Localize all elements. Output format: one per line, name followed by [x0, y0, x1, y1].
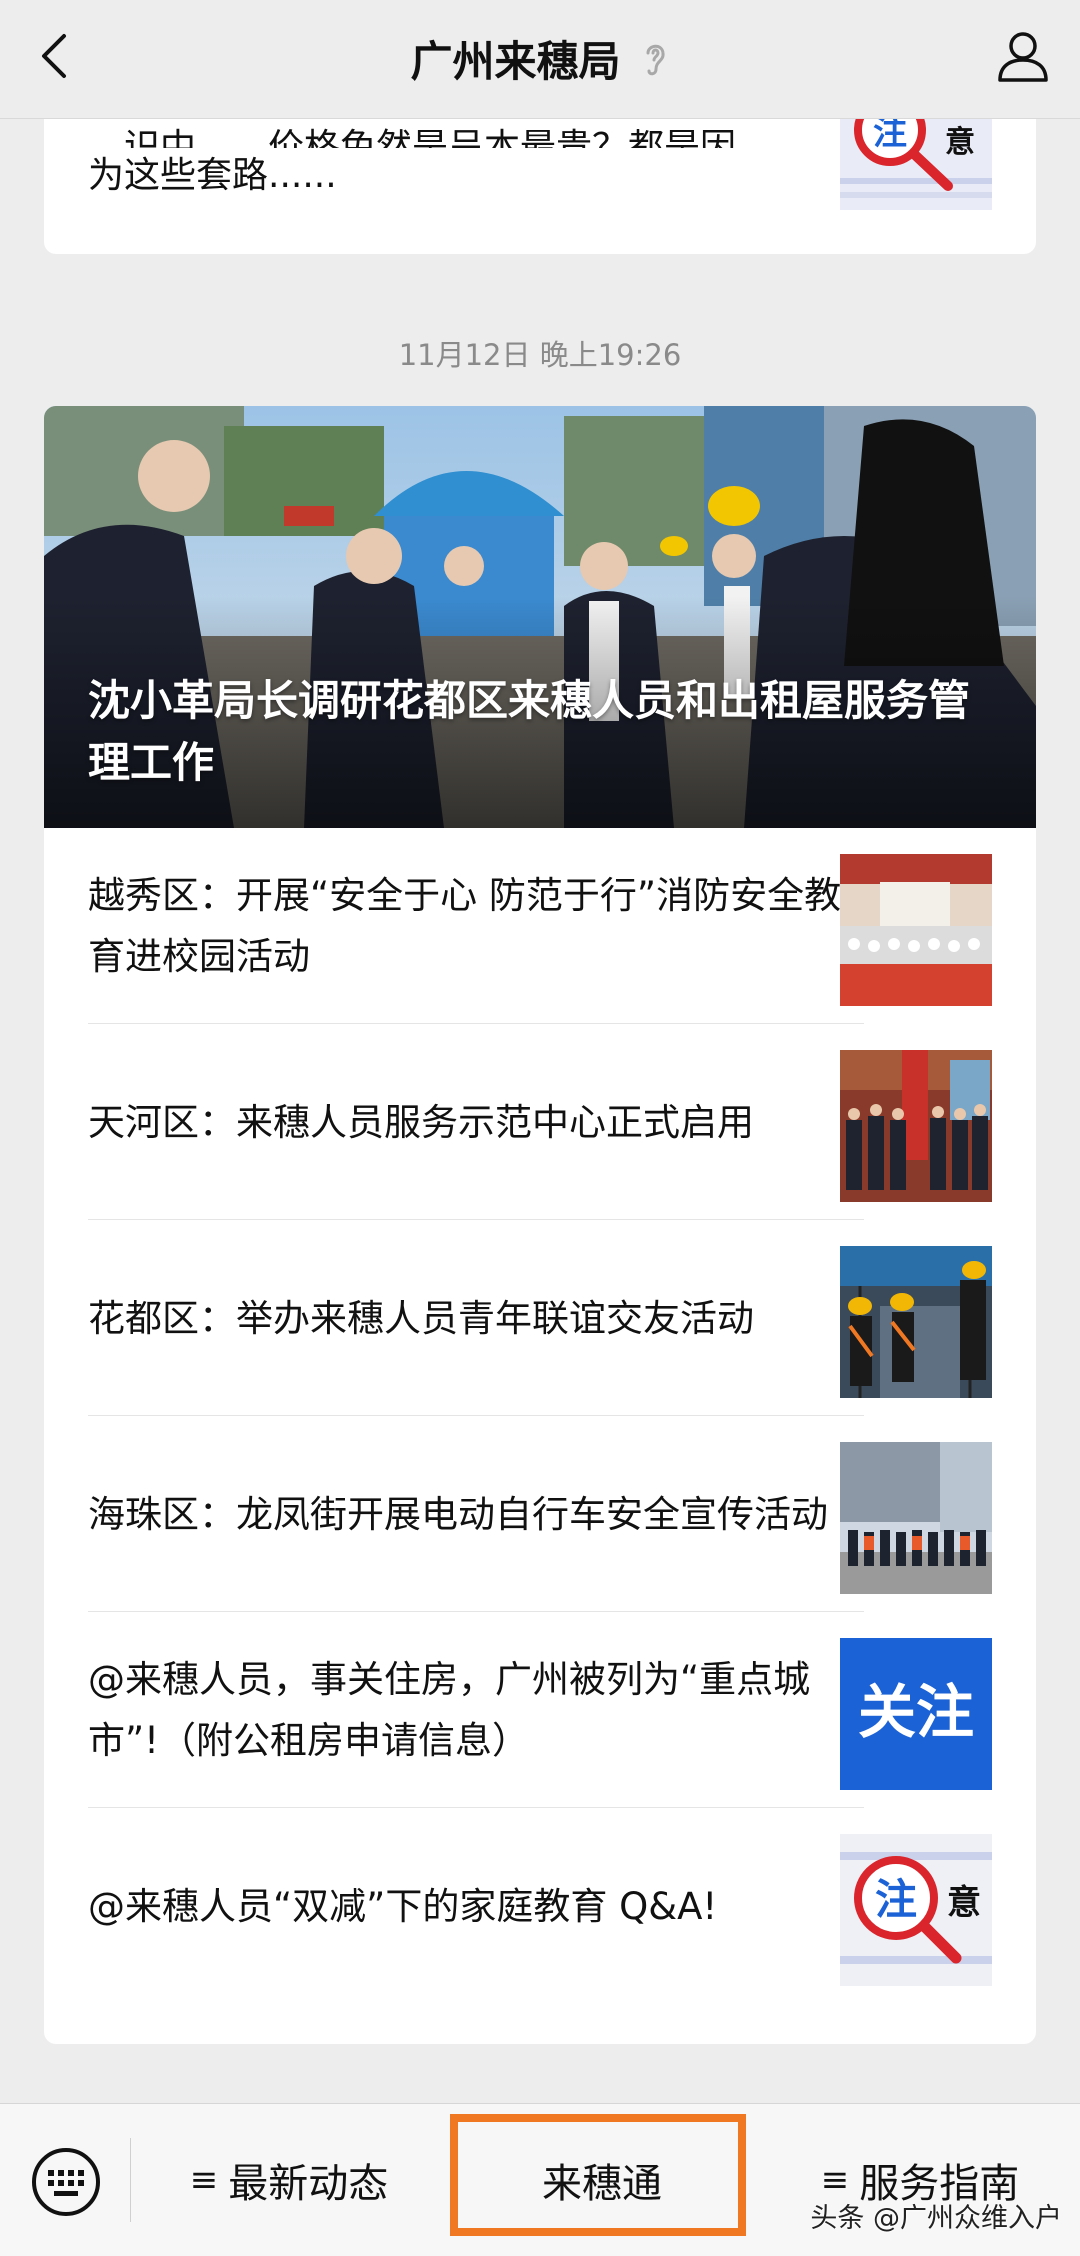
menu-lines-icon: ≡ — [189, 2160, 219, 2200]
article-thumbnail — [840, 1246, 992, 1398]
attention-label: 关注 — [858, 1678, 974, 1746]
article-item[interactable]: 花都区：举办来穗人员青年联谊交友活动 — [44, 1220, 1036, 1416]
profile-button[interactable] — [992, 26, 1054, 88]
hero-article-title: 沈小革局长调研花都区来穗人员和出租屋服务管理工作 — [88, 676, 971, 787]
article-item[interactable]: @来穗人员“双减”下的家庭教育 Q&A! 注 意 — [44, 1808, 1036, 2004]
menu-latest-news[interactable]: ≡ 最新动态 — [132, 2104, 446, 2256]
highlight-annotation-box — [450, 2114, 746, 2236]
article-item[interactable]: 海珠区：龙凤街开展电动自行车安全宣传活动 — [44, 1416, 1036, 1612]
article-title: 越秀区：开展“安全于心 防范于行”消防安全教育进校园活动 — [88, 874, 842, 978]
attention-thumbnail: 注 意 — [840, 118, 992, 210]
article-item[interactable]: 天河区：来穗人员服务示范中心正式启用 — [44, 1024, 1036, 1220]
article-item[interactable]: @来穗人员，事关住房，广州被列为“重点城市”!（附公租房申请信息） 关注 — [44, 1612, 1036, 1808]
menu-label: 最新动态 — [228, 2161, 389, 2207]
watermark: 头条 @广州众维入户 — [810, 2203, 1062, 2234]
article-thumbnail — [840, 1442, 992, 1594]
article-title: 天河区：来穗人员服务示范中心正式启用 — [88, 1100, 754, 1144]
previous-article-title: 为这些套路...... — [88, 155, 337, 196]
article-thumbnail — [840, 1050, 992, 1202]
article-title: @来穗人员“双减”下的家庭教育 Q&A! — [88, 1884, 718, 1928]
previous-article-title-cut: …识中……价格免然是呈本最贵？都是因 — [88, 127, 737, 148]
person-icon — [998, 32, 1048, 82]
attention-char-a: 注 — [873, 118, 907, 153]
article-title: @来穗人员，事关住房，广州被列为“重点城市”!（附公租房申请信息） — [88, 1658, 811, 1762]
article-title: 花都区：举办来穗人员青年联谊交友活动 — [88, 1296, 754, 1340]
menu-lines-icon: ≡ — [820, 2160, 850, 2200]
previous-article-card[interactable]: …识中……价格免然是呈本最贵？都是因 为这些套路...... 注 意 — [44, 118, 1036, 254]
keyboard-icon — [32, 2148, 100, 2216]
attention-char-b: 意 — [947, 1883, 981, 1923]
message-timestamp: 11月12日 晚上19:26 — [398, 338, 682, 372]
article-title: 海珠区：龙凤街开展电动自行车安全宣传活动 — [88, 1492, 828, 1536]
top-nav-bar: 广州来穗局 — [0, 0, 1080, 119]
article-thumbnail: 关注 — [840, 1638, 992, 1790]
article-thumbnail: 注 意 — [840, 1834, 992, 1986]
article-thumbnail — [840, 854, 992, 1006]
article-item[interactable]: 越秀区：开展“安全于心 防范于行”消防安全教育进校园活动 — [44, 828, 1036, 1024]
attention-char-a: 注 — [875, 1875, 917, 1924]
page-title: 广州来穗局 — [410, 37, 621, 86]
keyboard-toggle-button[interactable] — [30, 2146, 102, 2218]
listen-ear-icon[interactable] — [640, 39, 670, 79]
hero-article[interactable]: 沈小革局长调研花都区来穗人员和出租屋服务管理工作 — [44, 406, 1036, 828]
article-group-card: 沈小革局长调研花都区来穗人员和出租屋服务管理工作 越秀区：开展“安全于心 防范于… — [44, 406, 1036, 2044]
attention-char-b: 意 — [945, 125, 975, 160]
